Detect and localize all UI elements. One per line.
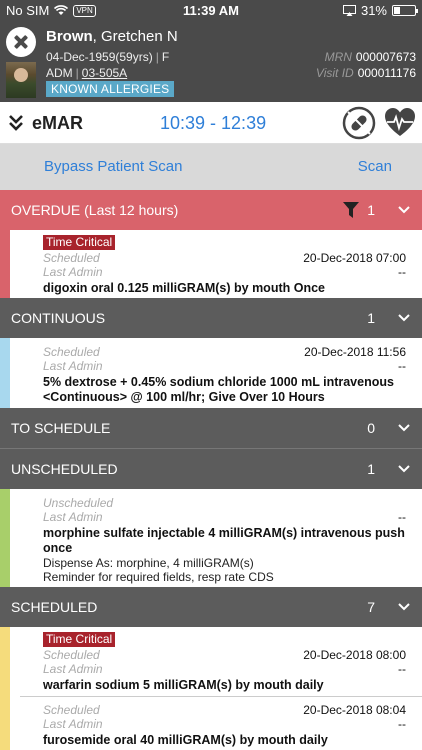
section-unscheduled-title: UNSCHEDULED	[11, 461, 118, 477]
section-continuous[interactable]: CONTINUOUS 1	[0, 298, 422, 338]
visit-id-value: 000011176	[357, 66, 416, 80]
section-overdue-count: 1	[367, 202, 375, 218]
section-scheduled[interactable]: SCHEDULED 7	[0, 587, 422, 627]
scheduled-stripe	[0, 627, 10, 697]
continuous-stripe	[0, 338, 10, 408]
chevron-down-icon[interactable]	[398, 463, 410, 475]
scheduled-time: 20-Dec-2018 11:56	[304, 345, 406, 359]
scheduled-time: 20-Dec-2018 08:04	[303, 703, 406, 717]
scheduled-time: 20-Dec-2018 08:00	[303, 648, 406, 662]
section-continuous-title: CONTINUOUS	[11, 310, 106, 326]
screen-mirroring-icon	[342, 5, 356, 16]
chevron-down-icon[interactable]	[398, 422, 410, 434]
last-admin: --	[398, 510, 406, 524]
filter-icon[interactable]	[342, 201, 360, 219]
scan-bar: Bypass Patient Scan Scan	[0, 144, 422, 190]
last-admin: --	[398, 717, 406, 731]
reminder-note: Reminder for required fields, resp rate …	[43, 570, 274, 584]
section-overdue-title: OVERDUE (Last 12 hours)	[11, 202, 179, 218]
drug-order: morphine sulfate injectable 4 milliGRAM(…	[43, 526, 405, 555]
scheduled-time: 20-Dec-2018 07:00	[303, 251, 406, 265]
scan-button[interactable]: Scan	[358, 158, 392, 175]
admission-status: ADM	[46, 66, 73, 80]
known-allergies-badge[interactable]: KNOWN ALLERGIES	[46, 81, 175, 97]
battery-percent: 31%	[360, 3, 387, 18]
patient-name: Brown, Gretchen N	[46, 28, 178, 45]
drug-order: 5% dextrose + 0.45% sodium chloride 1000…	[43, 375, 394, 404]
med-item-warfarin[interactable]: Time Critical Scheduled 20-Dec-2018 08:00…	[0, 627, 422, 697]
no-medication-icon[interactable]	[342, 106, 376, 140]
chevron-down-icon[interactable]	[398, 312, 410, 324]
mrn-value: 000007673	[355, 50, 416, 64]
med-item-furosemide[interactable]: Scheduled 20-Dec-2018 08:04 Last Admin -- …	[0, 697, 422, 750]
section-to-schedule-count: 0	[367, 420, 375, 436]
collapse-chevron-icon[interactable]	[8, 113, 24, 133]
patient-dob: 04-Dec-1959	[46, 50, 116, 64]
patient-age: (59yrs)	[115, 50, 153, 64]
dispense-note: Dispense As: morphine, 4 milliGRAM(s)	[43, 556, 254, 570]
mrn-row: MRN 000007673	[324, 50, 416, 64]
section-continuous-count: 1	[367, 310, 375, 326]
section-unscheduled-count: 1	[367, 461, 375, 477]
scheduled-stripe	[0, 697, 10, 750]
patient-banner: Brown, Gretchen N 04-Dec-1959(59yrs) | F A…	[0, 22, 422, 102]
close-icon[interactable]	[6, 27, 36, 57]
patient-location: ADM | 03-505A	[46, 66, 128, 80]
last-admin: --	[398, 265, 406, 279]
visit-id-row: Visit ID 000011176	[315, 66, 416, 80]
section-scheduled-title: SCHEDULED	[11, 599, 98, 615]
last-admin: --	[398, 359, 406, 373]
chevron-down-icon[interactable]	[398, 204, 410, 216]
vitals-heart-icon[interactable]	[383, 106, 417, 140]
time-critical-badge: Time Critical	[43, 632, 116, 647]
med-item-morphine[interactable]: Unscheduled Last Admin -- morphine sulfat…	[0, 489, 422, 587]
patient-sex: F	[161, 50, 170, 64]
section-unscheduled[interactable]: UNSCHEDULED 1	[0, 449, 422, 489]
drug-order: warfarin sodium 5 milliGRAM(s) by mouth …	[43, 678, 324, 692]
drug-order: furosemide oral 40 milliGRAM(s) by mouth…	[43, 733, 328, 747]
overdue-stripe	[0, 230, 10, 298]
bypass-patient-scan-button[interactable]: Bypass Patient Scan	[44, 158, 182, 175]
patient-demographics: 04-Dec-1959(59yrs) | F	[46, 50, 170, 64]
emar-title: eMAR	[32, 113, 84, 133]
patient-avatar	[6, 62, 36, 98]
med-item-digoxin[interactable]: Time Critical Scheduled 20-Dec-2018 07:00…	[0, 230, 422, 298]
status-bar: No SIM VPN 11:39 AM 31%	[0, 0, 422, 22]
patient-room-link[interactable]: 03-505A	[82, 66, 127, 80]
unscheduled-stripe	[0, 489, 10, 587]
battery-icon	[392, 5, 418, 16]
section-to-schedule-title: TO SCHEDULE	[11, 420, 111, 436]
section-scheduled-count: 7	[367, 599, 375, 615]
emar-toolbar: eMAR 10:39 - 12:39	[0, 102, 422, 144]
last-admin: --	[398, 662, 406, 676]
med-item-dextrose[interactable]: Scheduled 20-Dec-2018 11:56 Last Admin -- …	[0, 338, 422, 408]
section-to-schedule[interactable]: TO SCHEDULE 0	[0, 408, 422, 448]
section-overdue[interactable]: OVERDUE (Last 12 hours) 1	[0, 190, 422, 230]
time-critical-badge: Time Critical	[43, 235, 116, 250]
drug-order: digoxin oral 0.125 milliGRAM(s) by mouth…	[43, 281, 325, 295]
chevron-down-icon[interactable]	[398, 601, 410, 613]
time-range-selector[interactable]: 10:39 - 12:39	[160, 113, 266, 134]
